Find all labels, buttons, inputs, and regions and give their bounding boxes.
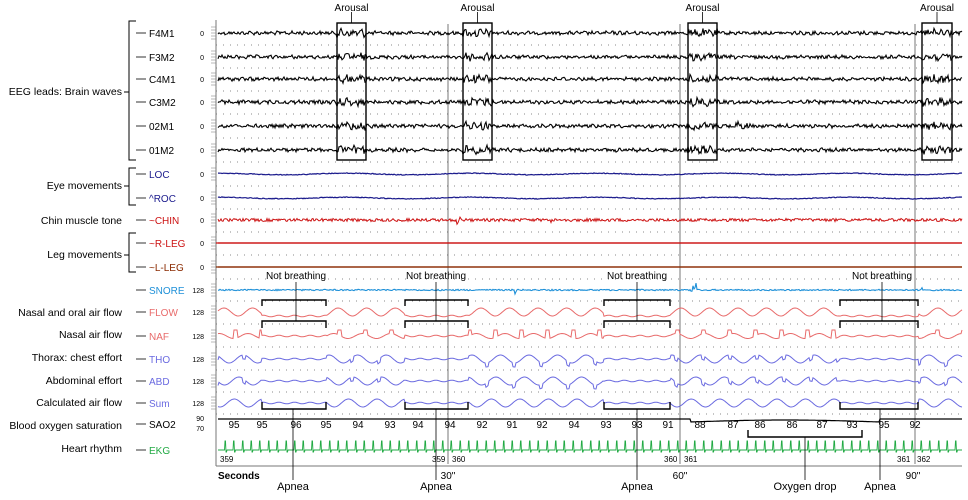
channel-scale: 0: [200, 100, 204, 107]
category-label: Nasal air flow: [59, 329, 122, 341]
category-label: Thorax: chest effort: [32, 352, 122, 364]
channel-name: SNORE: [149, 286, 185, 297]
channel-scale: 0: [200, 241, 204, 248]
sao2-value: 94: [444, 420, 456, 431]
channel-scale: 0: [200, 124, 204, 131]
category-label: EEG leads: Brain waves: [9, 86, 122, 98]
channel-scale: 0: [200, 77, 204, 84]
channel-name: NAF: [149, 332, 169, 343]
channel-scale: 0: [200, 196, 204, 203]
channel-name: ~R-LEG: [149, 239, 186, 250]
sao2-value: 96: [290, 420, 302, 431]
category-label: Heart rhythm: [61, 443, 122, 455]
apnea-label: Apnea: [621, 481, 654, 493]
channel-scale: 0: [200, 55, 204, 62]
sao2-value: 93: [384, 420, 396, 431]
sao2-value: 86: [786, 420, 798, 431]
sao2-value: 88: [694, 420, 706, 431]
channel-name: ^ROC: [149, 194, 176, 205]
sao2-value: 93: [846, 420, 858, 431]
sao2-value: 92: [476, 420, 488, 431]
sao2-value: 91: [662, 420, 674, 431]
channel-scale: 0: [200, 218, 204, 225]
category-label: Blood oxygen saturation: [9, 420, 122, 432]
category-label: Chin muscle tone: [41, 215, 122, 227]
sao2-value: 86: [754, 420, 766, 431]
arousal-label: Arousal: [920, 3, 954, 14]
category-label: Nasal and oral air flow: [18, 307, 122, 319]
channel-name: FLOW: [149, 308, 178, 319]
sao2-value: 95: [256, 420, 268, 431]
sao2-value: 92: [909, 420, 921, 431]
time-mark: 60": [673, 471, 688, 482]
sao2-value: 95: [228, 420, 240, 431]
channel-scale: 70: [196, 426, 204, 433]
sao2-value: 94: [568, 420, 580, 431]
apnea-label: Apnea: [420, 481, 453, 493]
channel-name: 02M1: [149, 122, 174, 133]
sao2-value: 87: [727, 420, 739, 431]
category-label: Calculated air flow: [36, 397, 122, 409]
time-mark: 90": [906, 471, 921, 482]
not-breathing-label: Not breathing: [406, 271, 466, 282]
apnea-label: Apnea: [277, 481, 310, 493]
channel-scale: 0: [200, 265, 204, 272]
channel-name: SAO2: [149, 420, 176, 431]
channel-name: C4M1: [149, 75, 176, 86]
arousal-label: Arousal: [335, 3, 369, 14]
channel-name: Sum: [149, 399, 170, 410]
apnea-label: Apnea: [864, 481, 897, 493]
sao2-value: 93: [631, 420, 643, 431]
arousal-label: Arousal: [686, 3, 720, 14]
not-breathing-label: Not breathing: [852, 271, 912, 282]
not-breathing-label: Not breathing: [266, 271, 326, 282]
channel-scale: 128: [192, 334, 204, 341]
oxygen-drop-label: Oxygen drop: [774, 481, 837, 493]
channel-name: 01M2: [149, 146, 174, 157]
channel-name: F4M1: [149, 29, 175, 40]
channel-name: THO: [149, 355, 170, 366]
category-label: Abdominal effort: [46, 375, 122, 387]
channel-scale: 128: [192, 288, 204, 295]
channel-scale: 0: [200, 172, 204, 179]
sao2-value: 93: [600, 420, 612, 431]
time-axis-label: Seconds: [218, 471, 260, 482]
channel-name: EKG: [149, 446, 170, 457]
channel-name: ~CHIN: [149, 216, 179, 227]
channel-scale: 128: [192, 401, 204, 408]
channel-scale: 0: [200, 148, 204, 155]
sao2-value: 95: [320, 420, 332, 431]
epoch-number: 360: [452, 455, 466, 464]
epoch-number: 360: [664, 455, 678, 464]
category-label: Eye movements: [47, 180, 122, 192]
time-mark: 30": [441, 471, 456, 482]
sao2-value: 87: [816, 420, 828, 431]
arousal-label: Arousal: [461, 3, 495, 14]
channel-name: C3M2: [149, 98, 176, 109]
epoch-number: 359: [432, 455, 446, 464]
channel-name: F3M2: [149, 53, 175, 64]
channel-name: ~L-LEG: [149, 263, 184, 274]
category-label: Leg movements: [47, 249, 122, 261]
not-breathing-label: Not breathing: [607, 271, 667, 282]
channel-scale: 128: [192, 310, 204, 317]
channel-scale: 0: [200, 31, 204, 38]
channel-scale: 128: [192, 379, 204, 386]
channel-name: LOC: [149, 170, 170, 181]
epoch-number: 361: [684, 455, 698, 464]
epoch-number: 361: [897, 455, 911, 464]
sao2-value: 94: [412, 420, 424, 431]
epoch-number: 359: [220, 455, 234, 464]
sao2-value: 91: [506, 420, 518, 431]
channel-scale: 128: [192, 357, 204, 364]
sao2-value: 92: [536, 420, 548, 431]
epoch-number: 362: [917, 455, 931, 464]
polysomnogram: Arousal Arousal Arousal Arousal Not breathin…: [0, 0, 968, 495]
sao2-value: 95: [878, 420, 890, 431]
sao2-value: 94: [352, 420, 364, 431]
channel-scale: 90: [196, 416, 204, 423]
channel-name: ABD: [149, 377, 170, 388]
